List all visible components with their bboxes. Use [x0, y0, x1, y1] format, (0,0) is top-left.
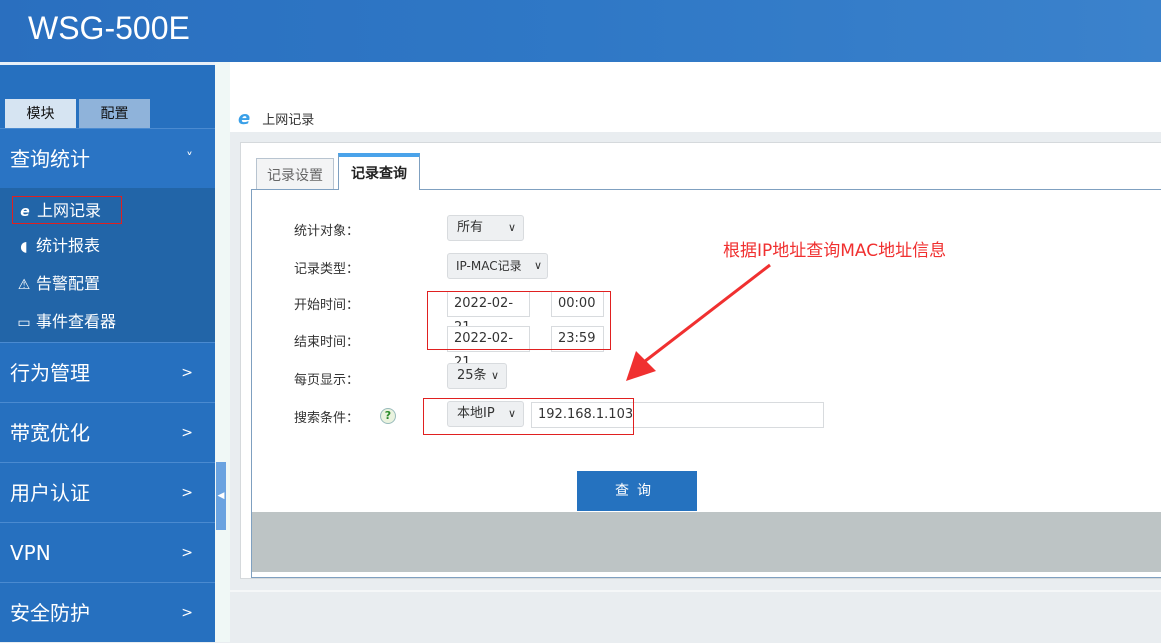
sidebar-tab-modules[interactable]: 模块: [5, 99, 76, 130]
highlight-box-search: [423, 398, 634, 435]
chevron-right-icon: >: [181, 425, 193, 441]
target-select[interactable]: 所有 ∨: [447, 215, 524, 241]
chevron-right-icon: >: [181, 365, 193, 381]
section-label: 行为管理: [10, 361, 90, 385]
section-label: 用户认证: [10, 481, 90, 505]
chevron-right-icon: >: [181, 485, 193, 501]
item-label: 统计报表: [36, 236, 101, 255]
query-button[interactable]: 查询: [577, 471, 697, 511]
app-title: WSG-500E: [28, 10, 190, 46]
help-icon[interactable]: ?: [380, 408, 396, 424]
select-value: 所有: [457, 220, 484, 235]
search-label: 搜索条件：: [294, 411, 360, 426]
start-time-label: 开始时间：: [294, 298, 360, 313]
breadcrumb-label: 上网记录: [262, 113, 315, 128]
highlight-box-time: [427, 291, 611, 350]
sidebar-item-event-viewer[interactable]: ▭ 事件查看器: [12, 308, 212, 336]
sidebar-section-query-stats[interactable]: 查询统计 ˅: [0, 128, 215, 188]
caret-left-icon: ◀: [217, 491, 225, 501]
warning-icon: ⚠: [17, 277, 31, 293]
chevron-right-icon: >: [181, 605, 193, 621]
per-page-label: 每页显示：: [294, 373, 360, 388]
item-label: 事件查看器: [36, 312, 117, 331]
item-label: 上网记录: [37, 201, 102, 220]
section-label: VPN: [10, 541, 51, 565]
type-label: 记录类型：: [294, 262, 360, 277]
chevron-down-icon: ˅: [186, 151, 193, 167]
sidebar-section-behavior[interactable]: 行为管理 >: [0, 342, 215, 402]
chevron-down-icon: ∨: [507, 221, 516, 234]
section-label: 安全防护: [10, 601, 90, 625]
chat-icon: ▭: [17, 315, 31, 331]
arrow-shaft: [639, 263, 771, 367]
tab-record-query[interactable]: 记录查询: [338, 153, 420, 190]
chevron-down-icon: ∨: [533, 259, 542, 272]
sidebar-splitter: [215, 62, 230, 642]
chevron-down-icon: ∨: [490, 369, 499, 382]
pie-chart-icon: ◖: [20, 239, 28, 255]
sidebar-section-bandwidth[interactable]: 带宽优化 >: [0, 402, 215, 462]
target-label: 统计对象：: [294, 224, 360, 239]
ie-icon: e: [20, 204, 30, 220]
annotation-arrow: [626, 263, 771, 381]
sidebar-submenu: e 上网记录 ◖ 统计报表 ⚠ 告警配置 ▭ 事件查看器: [0, 188, 215, 342]
header: WSG-500E: [0, 0, 1161, 62]
type-select[interactable]: IP-MAC记录 ∨: [447, 253, 548, 279]
results-area: [252, 512, 1161, 572]
sidebar-item-internet-log[interactable]: e 上网记录: [12, 196, 122, 224]
select-value: IP-MAC记录: [456, 259, 522, 273]
breadcrumb: e 上网记录: [238, 108, 314, 129]
section-label: 查询统计: [10, 147, 90, 171]
sidebar-tab-config[interactable]: 配置: [79, 99, 150, 130]
sidebar-section-auth[interactable]: 用户认证 >: [0, 462, 215, 522]
sidebar-item-reports[interactable]: ◖ 统计报表: [12, 232, 212, 260]
per-page-select[interactable]: 25条 ∨: [447, 363, 507, 389]
breadcrumb-bar: [230, 62, 1161, 132]
end-time-label: 结束时间：: [294, 335, 360, 350]
chevron-right-icon: >: [181, 545, 193, 561]
section-label: 带宽优化: [10, 421, 90, 445]
footer-area: [230, 590, 1161, 642]
sidebar-section-security[interactable]: 安全防护 >: [0, 582, 215, 642]
item-label: 告警配置: [36, 274, 101, 293]
sidebar-section-vpn[interactable]: VPN >: [0, 522, 215, 582]
ie-icon: e: [238, 108, 251, 129]
collapse-sidebar-handle[interactable]: ◀: [216, 462, 226, 530]
select-value: 25条: [457, 368, 487, 383]
tab-record-settings[interactable]: 记录设置: [256, 158, 334, 190]
sidebar-item-alerts[interactable]: ⚠ 告警配置: [12, 270, 212, 298]
